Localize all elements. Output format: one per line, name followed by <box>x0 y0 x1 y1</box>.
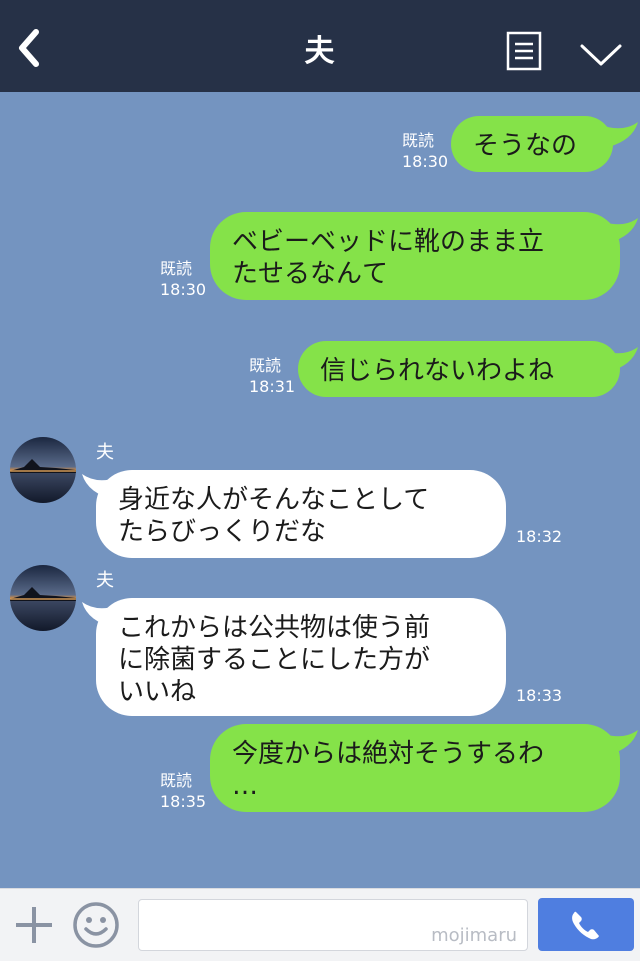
read-receipt: 既読 <box>402 131 435 150</box>
message-time: 18:30 <box>160 280 207 299</box>
watermark: mojimaru <box>431 925 517 946</box>
message-meta: 既読 18:30 <box>160 258 206 300</box>
avatar[interactable] <box>10 565 76 631</box>
message-bubble[interactable]: 今度からは絶対そうするわ … <box>210 724 620 812</box>
read-receipt: 既読 <box>160 259 193 278</box>
message-bubble[interactable]: 身近な人がそんなことして たらびっくりだな <box>96 470 506 558</box>
chat-title: 夫 <box>304 34 336 69</box>
chat-header: 夫 <box>0 0 640 92</box>
call-button[interactable] <box>538 898 634 951</box>
message-time: 18:30 <box>402 152 449 171</box>
message-input[interactable]: mojimaru <box>138 899 528 951</box>
notes-icon[interactable] <box>506 31 542 71</box>
input-bar: mojimaru <box>0 888 640 961</box>
chevron-down-icon[interactable] <box>578 40 624 70</box>
message-time: 18:32 <box>516 527 563 546</box>
message-meta: 既読 18:31 <box>249 355 295 397</box>
plus-icon[interactable] <box>14 905 54 945</box>
phone-icon <box>572 911 599 940</box>
message-bubble[interactable]: 信じられないわよね <box>298 341 620 397</box>
avatar[interactable] <box>10 437 76 503</box>
chat-area[interactable]: 既読 18:30 そうなの 既読 18:30 ベビーベッドに靴のまま立 たせるな… <box>0 92 640 888</box>
sender-name: 夫 <box>96 442 114 463</box>
smile-icon[interactable] <box>72 901 120 949</box>
message-time: 18:35 <box>160 792 207 811</box>
sender-name: 夫 <box>96 570 114 591</box>
landscape-avatar-icon <box>10 437 76 503</box>
message-meta: 既読 18:30 <box>402 130 448 172</box>
read-receipt: 既読 <box>160 771 193 790</box>
landscape-avatar-icon <box>10 565 76 631</box>
message-time: 18:31 <box>249 377 296 396</box>
message-time: 18:33 <box>516 686 563 705</box>
message-bubble[interactable]: そうなの <box>451 116 613 172</box>
message-bubble[interactable]: ベビーベッドに靴のまま立 たせるなんて <box>210 212 620 300</box>
message-meta: 既読 18:35 <box>160 770 206 812</box>
message-bubble[interactable]: これからは公共物は使う前 に除菌することにした方が いいね <box>96 598 506 716</box>
read-receipt: 既読 <box>249 356 282 375</box>
